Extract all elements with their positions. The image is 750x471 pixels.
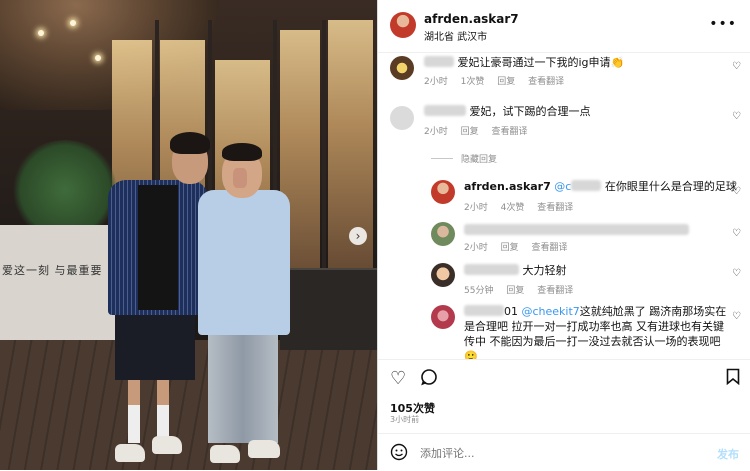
translate-button[interactable]: 查看翻译 [537, 203, 573, 213]
reply-body: 大力轻射 [522, 264, 567, 277]
comment-body: 爱妃让豪哥通过一下我的ig申请👏 [457, 56, 625, 69]
redacted-username [464, 305, 504, 316]
redacted-username [424, 105, 466, 116]
post-time: 3小时前 [390, 415, 420, 424]
reply-emoji: 🙂 [464, 350, 478, 359]
heart-icon[interactable]: ♡ [732, 228, 741, 239]
commenter-avatar[interactable] [390, 106, 414, 130]
ceiling-light [38, 30, 44, 36]
heart-icon[interactable]: ♡ [390, 368, 406, 389]
translate-button[interactable]: 查看翻译 [537, 286, 573, 296]
reply-body: 传中 不能因为最后一打一没过去就否认一场的表现吧 [464, 335, 721, 348]
translate-button[interactable]: 查看翻译 [532, 243, 568, 253]
reply-mention[interactable]: @c [554, 180, 571, 193]
heart-icon[interactable]: ♡ [732, 111, 741, 122]
reply-button[interactable]: 回复 [461, 127, 479, 137]
commenter-avatar[interactable] [431, 222, 455, 246]
emoji-icon[interactable] [390, 443, 408, 465]
commenter-avatar[interactable] [431, 263, 455, 287]
reply-button[interactable]: 回复 [501, 243, 519, 253]
commenter-avatar[interactable] [390, 56, 414, 80]
carousel-dots [0, 459, 377, 470]
comment-text: 爱妃让豪哥通过一下我的ig申请👏 [424, 55, 624, 70]
post-author-username[interactable]: afrden.askar7 [424, 12, 519, 26]
reply-username[interactable]: afrden.askar7 [464, 180, 551, 193]
peace-sign-hand [233, 168, 247, 188]
redacted-comment [464, 224, 689, 235]
reply-text: afrden.askar7 @c 在你眼里什么是合理的足球 [464, 179, 737, 194]
reply-meta: 2小时 回复 查看翻译 [464, 240, 578, 253]
chevron-right-icon[interactable]: › [349, 227, 367, 245]
comments-section: 爱妃让豪哥通过一下我的ig申请👏 2小时 1次赞 回复 查看翻译 ♡ 爱妃，试下… [378, 52, 750, 359]
reply-likes[interactable]: 4次赞 [501, 203, 525, 213]
comment-likes[interactable]: 1次赞 [461, 77, 485, 87]
comment-icon[interactable] [420, 368, 438, 391]
commenter-avatar[interactable] [431, 180, 455, 204]
ceiling-light [95, 55, 101, 61]
ceiling-light [70, 20, 76, 26]
reply-time: 2小时 [464, 243, 488, 253]
redacted-username [424, 56, 454, 67]
translate-button[interactable]: 查看翻译 [528, 77, 564, 87]
heart-icon[interactable]: ♡ [732, 311, 741, 322]
reply-body: 这就纯尬黑了 踢济南那场实在 [579, 305, 727, 318]
post-actions: ♡ [378, 359, 750, 400]
wall-sign-text: 爱这一刻 与最重要 [2, 264, 103, 277]
post-location[interactable]: 湖北省 武汉市 [424, 28, 487, 43]
reply-mention[interactable]: @cheekit7 [522, 305, 580, 318]
comment-composer: 发布 [378, 433, 750, 471]
reply-body: 在你眼里什么是合理的足球 [604, 180, 737, 193]
redacted-username [571, 180, 602, 191]
redacted-username [464, 264, 519, 275]
heart-icon[interactable]: ♡ [732, 268, 741, 279]
hide-replies-button[interactable]: 隐藏回复 [431, 152, 497, 165]
commenter-avatar[interactable] [431, 305, 455, 329]
comment-meta: 2小时 回复 查看翻译 [424, 124, 538, 137]
comment-time: 2小时 [424, 77, 448, 87]
reply-time: 2小时 [464, 203, 488, 213]
reply-button[interactable]: 回复 [497, 77, 515, 87]
planter-box [280, 268, 377, 350]
reply-button[interactable]: 回复 [506, 286, 524, 296]
comment-body: 爱妃，试下踢的合理一点 [469, 105, 591, 118]
reply-body: 是合理吧 拉开一对一打成功率也高 又有进球也有关键 [464, 320, 724, 333]
heart-icon[interactable]: ♡ [732, 61, 741, 72]
reply-meta: 55分钟 回复 查看翻译 [464, 283, 583, 296]
post-comment-button[interactable]: 发布 [717, 446, 739, 462]
reply-meta: 2小时 4次赞 查看翻译 [464, 200, 583, 213]
comment-input[interactable] [418, 444, 692, 462]
comment-time: 2小时 [424, 127, 448, 137]
post-side-panel: afrden.askar7 湖北省 武汉市 ••• 爱妃让豪哥通过一下我的ig申… [377, 0, 750, 470]
instagram-post-view: 爱这一刻 与最重要 › afrden.askar7 湖北省 武汉市 ••• 爱妃… [0, 0, 750, 470]
heart-icon[interactable]: ♡ [732, 186, 741, 197]
reply-text: 大力轻射 [464, 263, 567, 278]
post-photo[interactable]: 爱这一刻 与最重要 › [0, 0, 377, 470]
translate-button[interactable]: 查看翻译 [492, 127, 528, 137]
avatar[interactable] [390, 12, 416, 38]
reply-text [464, 223, 689, 238]
reply-time: 55分钟 [464, 286, 494, 296]
post-header: afrden.askar7 湖北省 武汉市 ••• [378, 0, 750, 53]
comment-meta: 2小时 1次赞 回复 查看翻译 [424, 74, 574, 87]
bookmark-icon[interactable] [726, 368, 740, 390]
reply-username-suffix: 01 [504, 305, 518, 318]
reply-text: 01 @cheekit7这就纯尬黑了 踢济南那场实在 是合理吧 拉开一对一打成功… [464, 304, 734, 359]
comment-text: 爱妃，试下踢的合理一点 [424, 104, 591, 119]
more-horizontal-icon[interactable]: ••• [709, 16, 737, 32]
